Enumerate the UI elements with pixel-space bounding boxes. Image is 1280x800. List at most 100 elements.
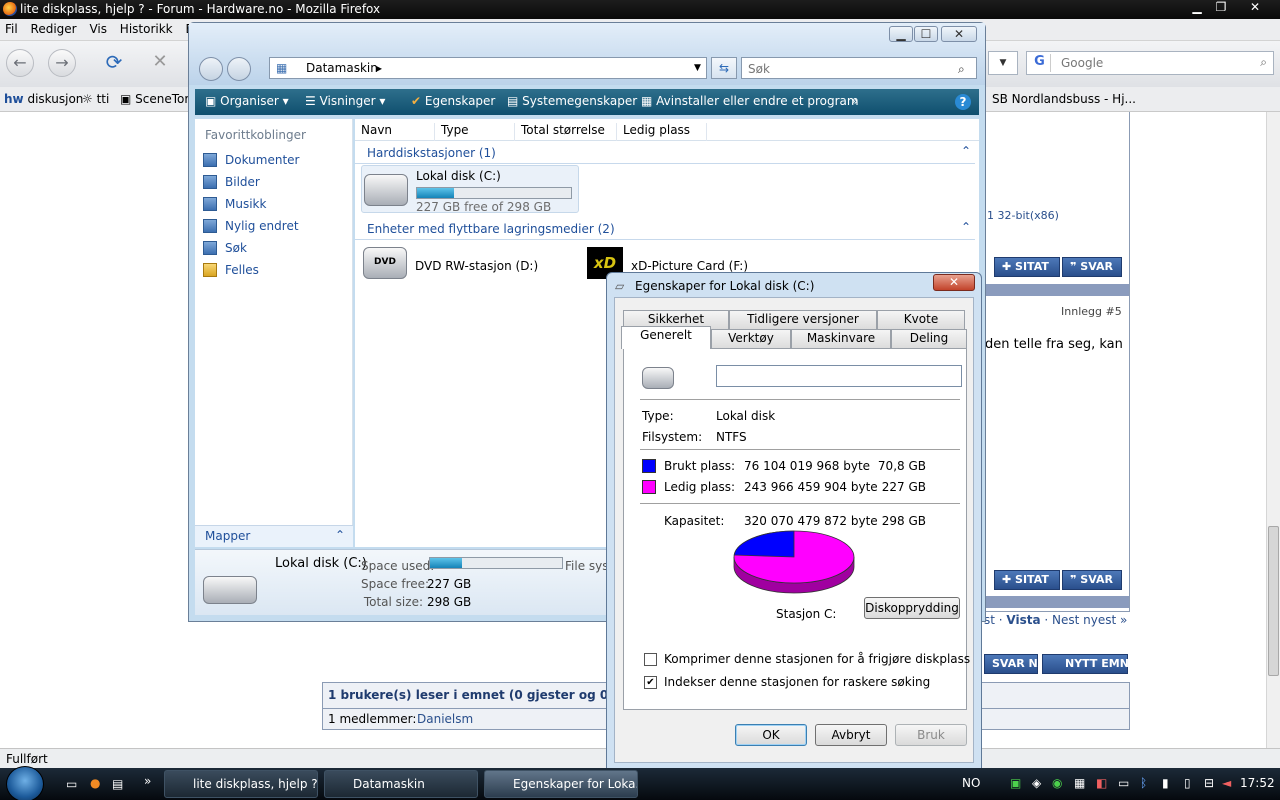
new-topic-button[interactable]: NYTT EMNE: [1042, 654, 1136, 674]
scrollbar-thumb[interactable]: [1268, 526, 1279, 676]
member-link[interactable]: Danielsm: [417, 712, 473, 726]
close-icon[interactable]: ✕: [1244, 0, 1266, 16]
tab-quota[interactable]: Kvote: [877, 310, 965, 329]
back-icon[interactable]: [199, 57, 223, 81]
volume-icon[interactable]: ◄: [1222, 776, 1231, 790]
group-removable[interactable]: Enheter med flyttbare lagringsmedier (2): [367, 222, 615, 236]
tray-app-icon[interactable]: ▣: [1010, 776, 1021, 790]
quote-button[interactable]: ✚ SITAT: [994, 257, 1060, 277]
clock[interactable]: 17:52: [1240, 776, 1275, 790]
index-checkbox[interactable]: ✔: [644, 676, 657, 689]
reload-icon[interactable]: ⟳: [100, 49, 128, 77]
bookmark-nordlandsbuss[interactable]: SB Nordlandsbuss - Hj...: [992, 92, 1136, 106]
menu-history[interactable]: Historikk: [115, 19, 177, 36]
explorer-search-box[interactable]: Søk ⌕: [741, 57, 977, 79]
fav-link-public[interactable]: Felles: [225, 263, 259, 277]
apply-button[interactable]: Bruk: [895, 724, 967, 746]
quote-button[interactable]: ✚ SITAT: [994, 570, 1060, 590]
bookmark-tti[interactable]: ☼ tti: [82, 92, 109, 106]
network-icon[interactable]: ⊟: [1204, 776, 1214, 790]
menu-file[interactable]: Fil: [0, 19, 22, 36]
compress-checkbox[interactable]: [644, 653, 657, 666]
close-icon[interactable]: ✕: [941, 26, 977, 42]
minimize-icon[interactable]: ▁: [1186, 0, 1208, 16]
tray-app-icon[interactable]: ▭: [1118, 776, 1129, 790]
refresh-icon[interactable]: ⇆: [711, 57, 737, 79]
cancel-button[interactable]: Avbryt: [815, 724, 887, 746]
folders-toggle[interactable]: Mapper ⌃: [195, 525, 353, 547]
column-name[interactable]: Navn: [355, 123, 435, 141]
fav-link-music[interactable]: Musikk: [225, 197, 266, 211]
fav-link-recent[interactable]: Nylig endret: [225, 219, 299, 233]
properties-dialog[interactable]: ▱ Egenskaper for Lokal disk (C:) ✕ Sikke…: [606, 272, 982, 770]
fav-link-search[interactable]: Søk: [225, 241, 247, 255]
system-properties-button[interactable]: ▤ Systemegenskaper: [507, 94, 637, 108]
bookmark-scenetor[interactable]: ▣ SceneTor: [120, 92, 189, 106]
more-quicklaunch-icon[interactable]: »: [144, 774, 151, 788]
reply-now-button[interactable]: SVAR NÅ: [984, 654, 1046, 674]
tab-general[interactable]: Generelt: [621, 326, 711, 349]
drive-d-item[interactable]: DVD DVD RW-stasjon (D:): [361, 243, 579, 287]
maximize-icon[interactable]: ☐: [914, 26, 938, 42]
group-hard-drives[interactable]: Harddiskstasjoner (1): [367, 146, 496, 160]
explorer-title-bar[interactable]: ▁ ☐ ✕ ▦ Datamaskin ▸ ▼ ⇆ Søk ⌕: [189, 23, 985, 85]
tray-app-icon[interactable]: ▮: [1162, 776, 1169, 790]
explorer-address-bar[interactable]: ▦ Datamaskin ▸ ▼: [269, 57, 707, 79]
firefox-icon[interactable]: ●: [90, 776, 100, 790]
tray-app-icon[interactable]: ▦: [1074, 776, 1085, 790]
reply-button[interactable]: ❞ SVAR: [1062, 257, 1122, 277]
switch-windows-icon[interactable]: ▤: [112, 777, 123, 791]
more-commands-icon[interactable]: »: [851, 94, 858, 108]
uninstall-button[interactable]: ▦ Avinstaller eller endre et program: [641, 94, 859, 108]
chevron-right-icon[interactable]: ▸: [376, 61, 382, 75]
search-icon[interactable]: ⌕: [958, 62, 965, 77]
task-properties[interactable]: Egenskaper for Loka...: [484, 770, 638, 798]
show-desktop-icon[interactable]: ▭: [66, 777, 77, 791]
collapse-icon[interactable]: ⌃: [961, 144, 971, 158]
fav-link-documents[interactable]: Dokumenter: [225, 153, 299, 167]
task-explorer[interactable]: Datamaskin: [324, 770, 478, 798]
forward-icon[interactable]: [227, 57, 251, 81]
ok-button[interactable]: OK: [735, 724, 807, 746]
google-icon[interactable]: G: [1029, 54, 1051, 72]
chevron-up-icon[interactable]: ⌃: [335, 528, 345, 542]
menu-edit[interactable]: Rediger: [26, 19, 81, 36]
search-icon[interactable]: ⌕: [1260, 55, 1267, 70]
stop-icon[interactable]: ✕: [146, 49, 174, 77]
firefox-search-box[interactable]: G Google ⌕: [1026, 51, 1274, 75]
nav-next-link[interactable]: Nest nyest »: [1052, 613, 1127, 627]
url-dropdown-icon[interactable]: ▼: [988, 51, 1018, 75]
menu-view[interactable]: Vis: [84, 19, 111, 36]
tab-hardware[interactable]: Maskinvare: [791, 329, 891, 348]
properties-button[interactable]: ✔ Egenskaper: [411, 94, 495, 108]
forward-icon[interactable]: →: [48, 49, 76, 77]
explorer-search-input[interactable]: Søk: [748, 62, 770, 76]
tab-previous-versions[interactable]: Tidligere versjoner: [729, 310, 877, 329]
page-scrollbar[interactable]: [1266, 112, 1280, 748]
reply-button[interactable]: ❞ SVAR: [1062, 570, 1122, 590]
back-icon[interactable]: ←: [6, 49, 34, 77]
column-type[interactable]: Type: [435, 123, 515, 141]
firefox-title-bar[interactable]: lite diskplass, hjelp ? - Forum - Hardwa…: [0, 0, 1280, 19]
bluetooth-icon[interactable]: ᛒ: [1140, 776, 1147, 790]
nav-vista-link[interactable]: Vista: [1006, 613, 1040, 627]
tray-app-icon[interactable]: ◧: [1096, 776, 1107, 790]
volume-name-input[interactable]: [716, 365, 962, 387]
task-firefox[interactable]: lite diskplass, hjelp ?...: [164, 770, 318, 798]
tray-app-icon[interactable]: ◈: [1032, 776, 1041, 790]
help-icon[interactable]: ?: [955, 94, 971, 110]
start-button[interactable]: [6, 766, 44, 800]
minimize-icon[interactable]: ▁: [889, 26, 913, 42]
tray-app-icon[interactable]: ◉: [1052, 776, 1062, 790]
chevron-down-icon[interactable]: ▼: [694, 63, 701, 73]
bookmark-diskusjon[interactable]: hw diskusjon: [4, 92, 83, 106]
tab-sharing[interactable]: Deling: [891, 329, 967, 348]
collapse-icon[interactable]: ⌃: [961, 220, 971, 234]
language-indicator[interactable]: NO: [962, 776, 980, 790]
tab-tools[interactable]: Verktøy: [711, 329, 791, 348]
firefox-search-input[interactable]: Google: [1061, 56, 1103, 70]
column-total-size[interactable]: Total størrelse: [515, 123, 617, 141]
battery-icon[interactable]: ▯: [1184, 776, 1191, 790]
organize-button[interactable]: ▣ Organiser ▾: [205, 94, 289, 108]
drive-c-item[interactable]: Lokal disk (C:) 227 GB free of 298 GB: [361, 165, 579, 214]
